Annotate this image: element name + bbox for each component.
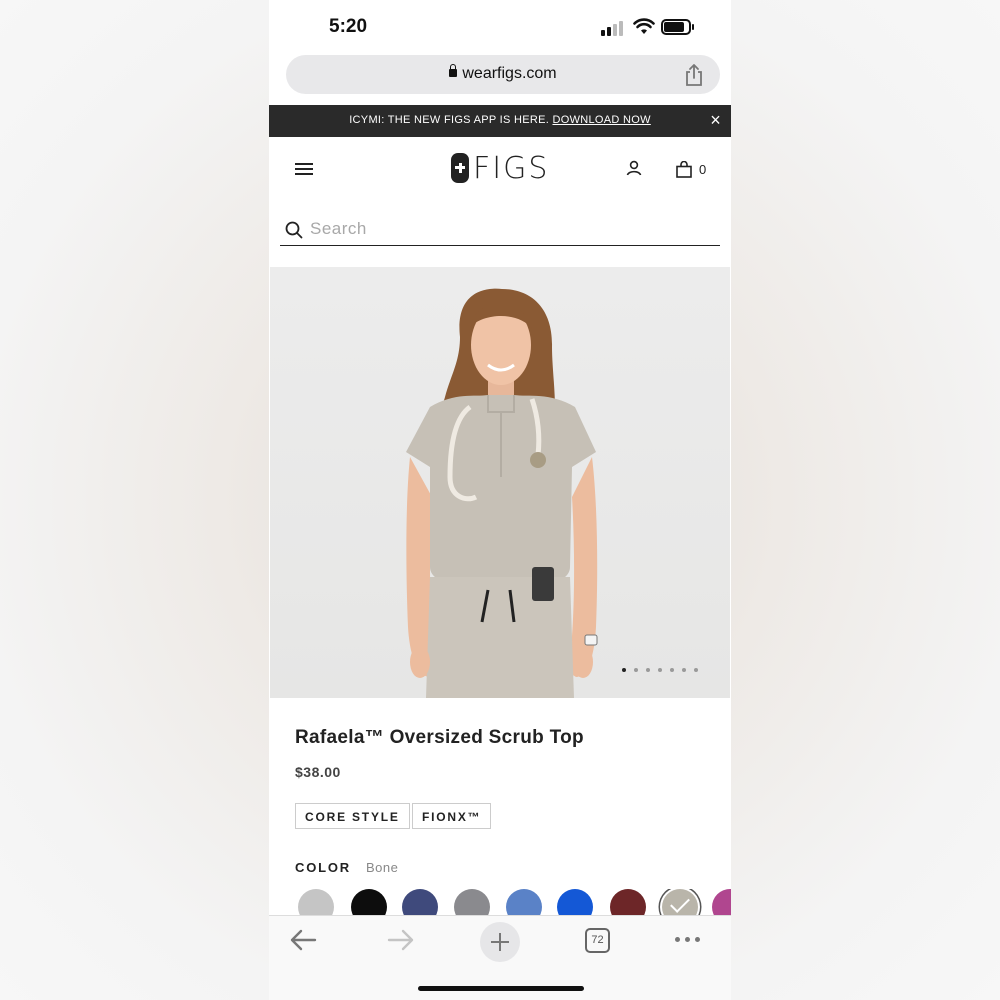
status-bar: 5:20 — [269, 0, 731, 52]
fionx-tag: FIONX™ — [412, 803, 492, 829]
address-bar[interactable]: wearfigs.com — [286, 55, 720, 94]
phone-screen: 5:20 wearfigs.com ICYMI: THE NEW FIGS AP… — [269, 0, 731, 1000]
product-price: $38.00 — [295, 764, 341, 780]
gallery-dot[interactable] — [658, 668, 662, 672]
menu-icon[interactable] — [295, 163, 313, 175]
forward-arrow-icon[interactable] — [387, 928, 415, 952]
gallery-dot[interactable] — [682, 668, 686, 672]
gallery-pagination[interactable] — [622, 668, 698, 672]
color-swatch[interactable] — [610, 889, 646, 915]
color-swatch[interactable] — [506, 889, 542, 915]
account-icon[interactable] — [626, 160, 642, 176]
selected-color-name: Bone — [366, 860, 399, 875]
color-swatch[interactable] — [351, 889, 387, 915]
browser-toolbar: 72 — [269, 915, 731, 1000]
model-photo — [406, 288, 598, 698]
color-swatch[interactable] — [298, 889, 334, 915]
color-swatch[interactable] — [454, 889, 490, 915]
product-image[interactable] — [270, 267, 730, 698]
color-swatch[interactable] — [712, 889, 731, 915]
search-input[interactable] — [310, 219, 690, 239]
gallery-dot[interactable] — [622, 668, 626, 672]
core-style-tag: CORE STYLE — [295, 803, 410, 829]
cellular-signal-icon — [601, 20, 627, 36]
color-swatch[interactable] — [557, 889, 593, 915]
color-label: COLOR — [295, 860, 351, 875]
new-tab-plus-icon[interactable] — [480, 922, 520, 962]
status-time: 5:20 — [329, 16, 368, 37]
gallery-dot[interactable] — [670, 668, 674, 672]
search-icon[interactable] — [285, 221, 303, 239]
url-text: wearfigs.com — [462, 65, 557, 82]
share-icon[interactable] — [684, 63, 704, 87]
search-bar — [280, 214, 720, 246]
cart-count: 0 — [699, 162, 707, 177]
figs-logo[interactable]: FIGS — [451, 150, 550, 186]
more-options-icon[interactable] — [675, 937, 700, 942]
gallery-dot[interactable] — [634, 668, 638, 672]
gallery-dot[interactable] — [694, 668, 698, 672]
color-swatch[interactable] — [402, 889, 438, 915]
wifi-icon — [633, 18, 655, 34]
lock-icon — [449, 64, 458, 77]
battery-icon — [661, 19, 694, 35]
logo-cross-icon — [451, 153, 469, 183]
home-indicator[interactable] — [418, 986, 584, 991]
back-arrow-icon[interactable] — [289, 928, 317, 952]
checkmark-icon — [670, 893, 690, 913]
color-swatches — [298, 889, 731, 915]
promo-banner: ICYMI: THE NEW FIGS APP IS HERE. DOWNLOA… — [269, 105, 731, 137]
product-title: Rafaela™ Oversized Scrub Top — [295, 727, 584, 748]
tabs-button[interactable]: 72 — [585, 928, 610, 953]
logo-text: FIGS — [473, 150, 550, 186]
shopping-bag-icon[interactable] — [676, 161, 692, 178]
color-swatch-selected[interactable] — [662, 889, 698, 915]
gallery-dot[interactable] — [646, 668, 650, 672]
banner-message: ICYMI: THE NEW FIGS APP IS HERE. — [349, 114, 550, 126]
download-now-link[interactable]: DOWNLOAD NOW — [552, 114, 650, 126]
close-icon[interactable]: × — [710, 110, 721, 131]
